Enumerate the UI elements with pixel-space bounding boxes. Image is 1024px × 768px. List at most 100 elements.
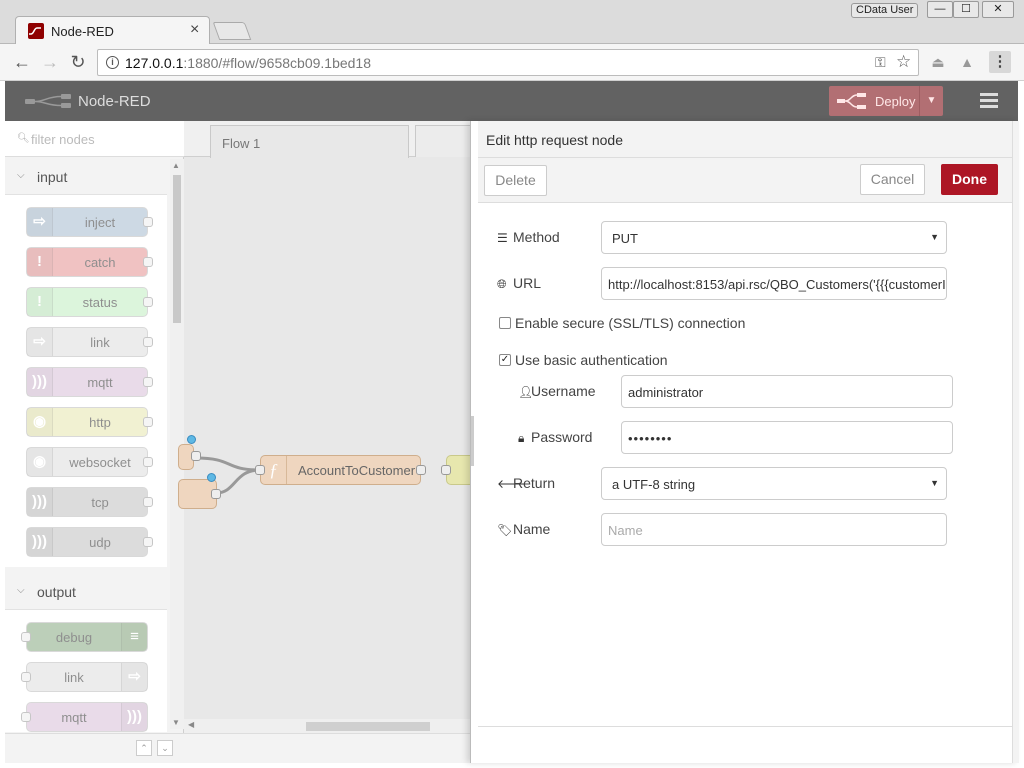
deploy-button[interactable]: Deploy ▼ xyxy=(829,86,943,116)
palette-node-mqtt[interactable]: ))) mqtt xyxy=(26,367,153,397)
cancel-button[interactable]: Cancel xyxy=(860,164,925,195)
user-profile-badge[interactable]: CData User xyxy=(851,3,919,18)
tray-scrollbar[interactable] xyxy=(1012,121,1019,763)
node-type-icon: ⇨ xyxy=(27,328,53,356)
node-output-port xyxy=(143,297,153,307)
tab-flow-1[interactable]: Flow 1 xyxy=(210,125,409,158)
palette-node-link[interactable]: ⇨ link xyxy=(26,327,153,357)
palette-node-label: mqtt xyxy=(61,710,87,725)
palette-filter[interactable]: 🔍︎ filter nodes xyxy=(5,121,184,157)
palette-input-nodes: ⇨ inject! catch! status ⇨ link))) mqtt ◉ http ◉ we… xyxy=(5,195,167,567)
browser-titlebar: Node-RED × CData User — ☐ ✕ xyxy=(0,0,1024,45)
node-output-port xyxy=(143,217,153,227)
node-output-port xyxy=(143,457,153,467)
palette-node-debug[interactable]: ≡ debug xyxy=(21,622,148,652)
palette-node-mqtt[interactable]: ))) mqtt xyxy=(21,702,148,732)
palette-node-catch[interactable]: ! catch xyxy=(26,247,153,277)
node-output-port xyxy=(143,337,153,347)
minimize-button[interactable]: — xyxy=(927,1,953,18)
palette-node-tcp[interactable]: ))) tcp xyxy=(26,487,153,517)
url-field[interactable]: http://localhost:8153/api.rsc/QBO_Custom… xyxy=(601,267,947,300)
workspace-scrollbar[interactable]: ◀ xyxy=(184,719,470,733)
palette-node-label: udp xyxy=(89,535,111,550)
node-output-port[interactable] xyxy=(416,465,426,475)
done-button[interactable]: Done xyxy=(941,164,998,195)
url-value: http://localhost:8153/api.rsc/QBO_Custom… xyxy=(608,277,947,292)
expand-all-icon[interactable]: ⌄ xyxy=(157,740,173,756)
workspace-footer xyxy=(184,733,470,763)
maximize-button[interactable]: ☐ xyxy=(953,1,979,18)
palette-node-udp[interactable]: ))) udp xyxy=(26,527,153,557)
node-type-icon: ⇨ xyxy=(121,663,147,691)
scrollbar-thumb[interactable] xyxy=(173,175,181,323)
palette-node-label: debug xyxy=(55,630,93,645)
palette-node-status[interactable]: ! status xyxy=(26,287,153,317)
back-arrow-icon[interactable]: ← xyxy=(12,52,32,72)
node-input-port[interactable] xyxy=(441,465,451,475)
node-input-port[interactable] xyxy=(255,465,265,475)
palette-node-link[interactable]: ⇨ link xyxy=(21,662,148,692)
palette-node-label: inject xyxy=(84,215,116,230)
tab-next-flow[interactable] xyxy=(415,125,475,157)
app-title: Node-RED xyxy=(78,93,151,110)
user-icon: 👤︎ xyxy=(518,385,534,399)
tray-resize-handle[interactable] xyxy=(471,416,474,466)
password-value: •••••••• xyxy=(628,431,673,446)
node-type-icon: ))) xyxy=(27,488,53,516)
palette-category-input[interactable]: ⌵ input xyxy=(5,159,167,195)
deploy-options-caret-icon[interactable]: ▼ xyxy=(919,86,943,116)
node-output-port xyxy=(143,377,153,387)
drive-extension-icon[interactable]: ▲ xyxy=(958,53,976,71)
basic-auth-checkbox[interactable]: ✓ xyxy=(499,354,511,366)
scroll-left-arrow-icon[interactable]: ◀ xyxy=(188,720,194,729)
key-icon[interactable]: ⚿ xyxy=(875,54,886,71)
forward-arrow-icon[interactable]: → xyxy=(40,52,60,72)
palette-category-output[interactable]: ⌵ output xyxy=(5,574,167,610)
node-type-icon: ! xyxy=(27,248,53,276)
collapse-all-icon[interactable]: ⌃ xyxy=(136,740,152,756)
bookmark-star-icon[interactable]: ☆ xyxy=(896,52,911,72)
chevron-down-icon: ⌵ xyxy=(17,585,25,596)
return-select[interactable]: a UTF-8 string ▼ xyxy=(601,467,947,500)
scroll-up-arrow-icon[interactable]: ▲ xyxy=(172,161,180,170)
new-tab-button[interactable] xyxy=(212,22,252,40)
palette-node-label: mqtt xyxy=(87,375,113,390)
node-red-header: Node-RED Deploy ▼ xyxy=(5,81,1018,121)
palette-node-label: websocket xyxy=(69,455,131,470)
function-node-account-to-customer[interactable]: ƒ AccountToCustomer xyxy=(260,455,421,485)
palette-node-http[interactable]: ◉ http xyxy=(26,407,153,437)
tab-close-icon[interactable]: × xyxy=(190,21,199,39)
scroll-down-arrow-icon[interactable]: ▼ xyxy=(172,718,180,727)
node-output-port[interactable] xyxy=(211,489,221,499)
main-menu-icon[interactable] xyxy=(980,93,998,111)
browser-tab[interactable]: Node-RED × xyxy=(15,16,210,45)
node-type-icon: ))) xyxy=(27,528,53,556)
node-input-port xyxy=(21,672,31,682)
delete-button[interactable]: Delete xyxy=(484,165,547,196)
browser-menu-icon[interactable]: ⋮ xyxy=(989,51,1011,73)
address-bar[interactable]: i 127.0.0.1:1880/#flow/9658cb09.1bed18 ⚿… xyxy=(97,49,919,76)
username-field[interactable]: administrator xyxy=(621,375,953,408)
palette-node-label: status xyxy=(82,295,118,310)
reload-icon[interactable]: ↻ xyxy=(68,52,88,72)
pdf-extension-icon[interactable]: ⏏ xyxy=(929,53,947,71)
site-info-icon[interactable]: i xyxy=(106,56,119,69)
node-output-port[interactable] xyxy=(191,451,201,461)
node-red-logo-icon xyxy=(25,94,71,108)
palette-node-websocket[interactable]: ◉ websocket xyxy=(26,447,153,477)
node-output-port xyxy=(143,497,153,507)
palette-footer: ⌃ ⌄ xyxy=(5,733,184,763)
flow-workspace[interactable]: Flow 1 ƒ AccountToCustomer ◀ xyxy=(178,121,476,763)
tasks-icon: ☰ xyxy=(497,231,508,245)
scrollbar-thumb[interactable] xyxy=(306,722,430,731)
tls-checkbox[interactable] xyxy=(499,317,511,329)
password-field[interactable]: •••••••• xyxy=(621,421,953,454)
url-text: 127.0.0.1:1880/#flow/9658cb09.1bed18 xyxy=(125,55,371,71)
filter-nodes-input[interactable]: filter nodes xyxy=(31,132,95,147)
password-label: 🔒︎ Password xyxy=(518,429,593,445)
close-window-button[interactable]: ✕ xyxy=(982,1,1014,18)
method-select[interactable]: PUT ▼ xyxy=(601,221,947,254)
name-field[interactable]: Name xyxy=(601,513,947,546)
username-value: administrator xyxy=(628,385,704,400)
palette-node-inject[interactable]: ⇨ inject xyxy=(26,207,153,237)
